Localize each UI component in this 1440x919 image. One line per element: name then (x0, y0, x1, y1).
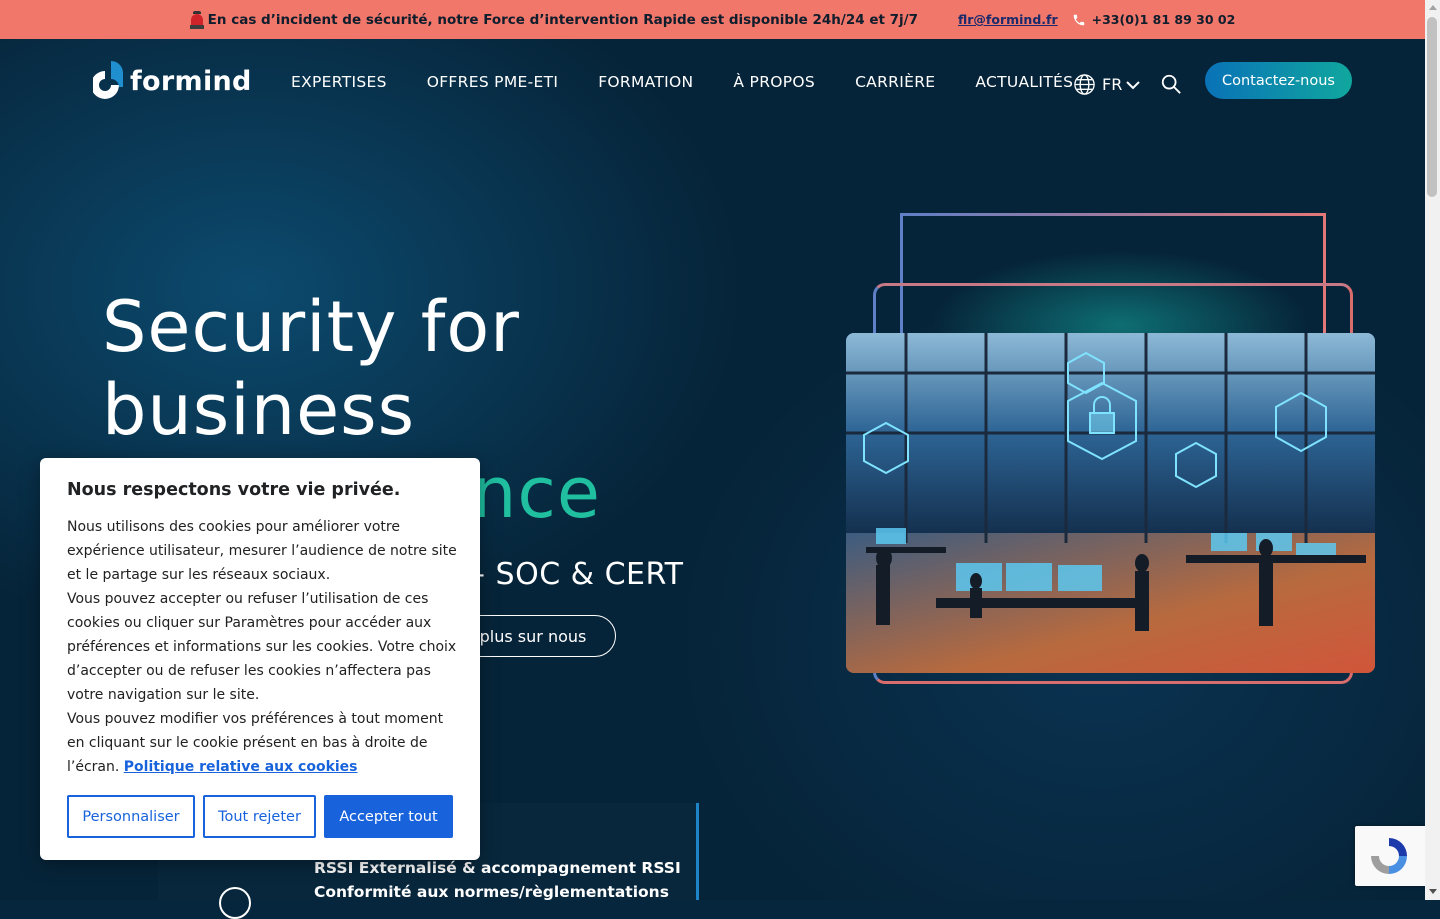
hero-title-line2: business (102, 369, 416, 451)
emergency-email-link[interactable]: flr@formind.fr (958, 12, 1058, 27)
reject-all-button[interactable]: Tout rejeter (203, 795, 316, 838)
hero-title-line1: Security for (102, 286, 520, 368)
scroll-up-arrow-icon[interactable] (1429, 5, 1437, 10)
hero-illustration (846, 333, 1375, 673)
language-selector[interactable]: FR (1073, 73, 1141, 96)
service-line-1: RSSI Externalisé & accompagnement RSSI (314, 859, 681, 877)
formind-logo-icon (93, 61, 123, 99)
nav-formation[interactable]: FORMATION (598, 73, 693, 91)
formind-logo[interactable]: formind (93, 61, 252, 101)
emergency-phone[interactable]: +33(0)1 81 89 30 02 (1092, 12, 1236, 27)
recaptcha-icon (1371, 838, 1407, 874)
service-icon (219, 887, 251, 919)
siren-icon (189, 10, 204, 29)
nav-offres-pme-eti[interactable]: OFFRES PME-ETI (427, 73, 559, 91)
search-icon[interactable] (1160, 73, 1182, 95)
cookie-paragraph-1: Nous utilisons des cookies pour améliore… (67, 519, 457, 583)
contact-button[interactable]: Contactez-nous (1205, 62, 1352, 99)
cookie-policy-link[interactable]: Politique relative aux cookies (124, 759, 358, 775)
alert-message: En cas d’incident de sécurité, notre For… (207, 11, 918, 28)
scroll-down-arrow-icon[interactable] (1429, 889, 1437, 894)
cookie-title: Nous respectons votre vie privée. (67, 480, 401, 500)
nav-a-propos[interactable]: À PROPOS (733, 73, 815, 91)
nav-carriere[interactable]: CARRIÈRE (855, 73, 935, 91)
page-scrollbar[interactable] (1425, 0, 1440, 900)
recaptcha-badge[interactable] (1355, 826, 1425, 886)
language-label: FR (1102, 75, 1123, 94)
chevron-down-icon (1126, 80, 1141, 89)
nav-expertises[interactable]: EXPERTISES (291, 73, 387, 91)
emergency-alert-bar: En cas d’incident de sécurité, notre For… (0, 0, 1425, 39)
accept-all-button[interactable]: Accepter tout (324, 795, 453, 838)
nav-actualites[interactable]: ACTUALITÉS (975, 73, 1073, 91)
globe-icon (1074, 74, 1095, 95)
cookie-body: Nous utilisons des cookies pour améliore… (67, 515, 459, 779)
main-nav: EXPERTISES OFFRES PME-ETI FORMATION À PR… (291, 73, 1113, 91)
logo-text: formind (130, 65, 252, 97)
customize-cookies-button[interactable]: Personnaliser (67, 795, 195, 838)
cookie-consent-dialog: Nous respectons votre vie privée. Nous u… (40, 458, 480, 860)
scrollbar-thumb[interactable] (1427, 17, 1437, 197)
phone-icon (1073, 14, 1084, 25)
cookie-paragraph-2: Vous pouvez accepter ou refuser l’utilis… (67, 591, 457, 703)
hero-subtitle: – SOC & CERT (470, 557, 684, 592)
cookie-paragraph-3: Vous pouvez modifier vos préférences à t… (67, 707, 459, 779)
service-line-2: Conformité aux normes/règlementations (314, 883, 669, 901)
cyber-office-illustration (846, 333, 1375, 673)
